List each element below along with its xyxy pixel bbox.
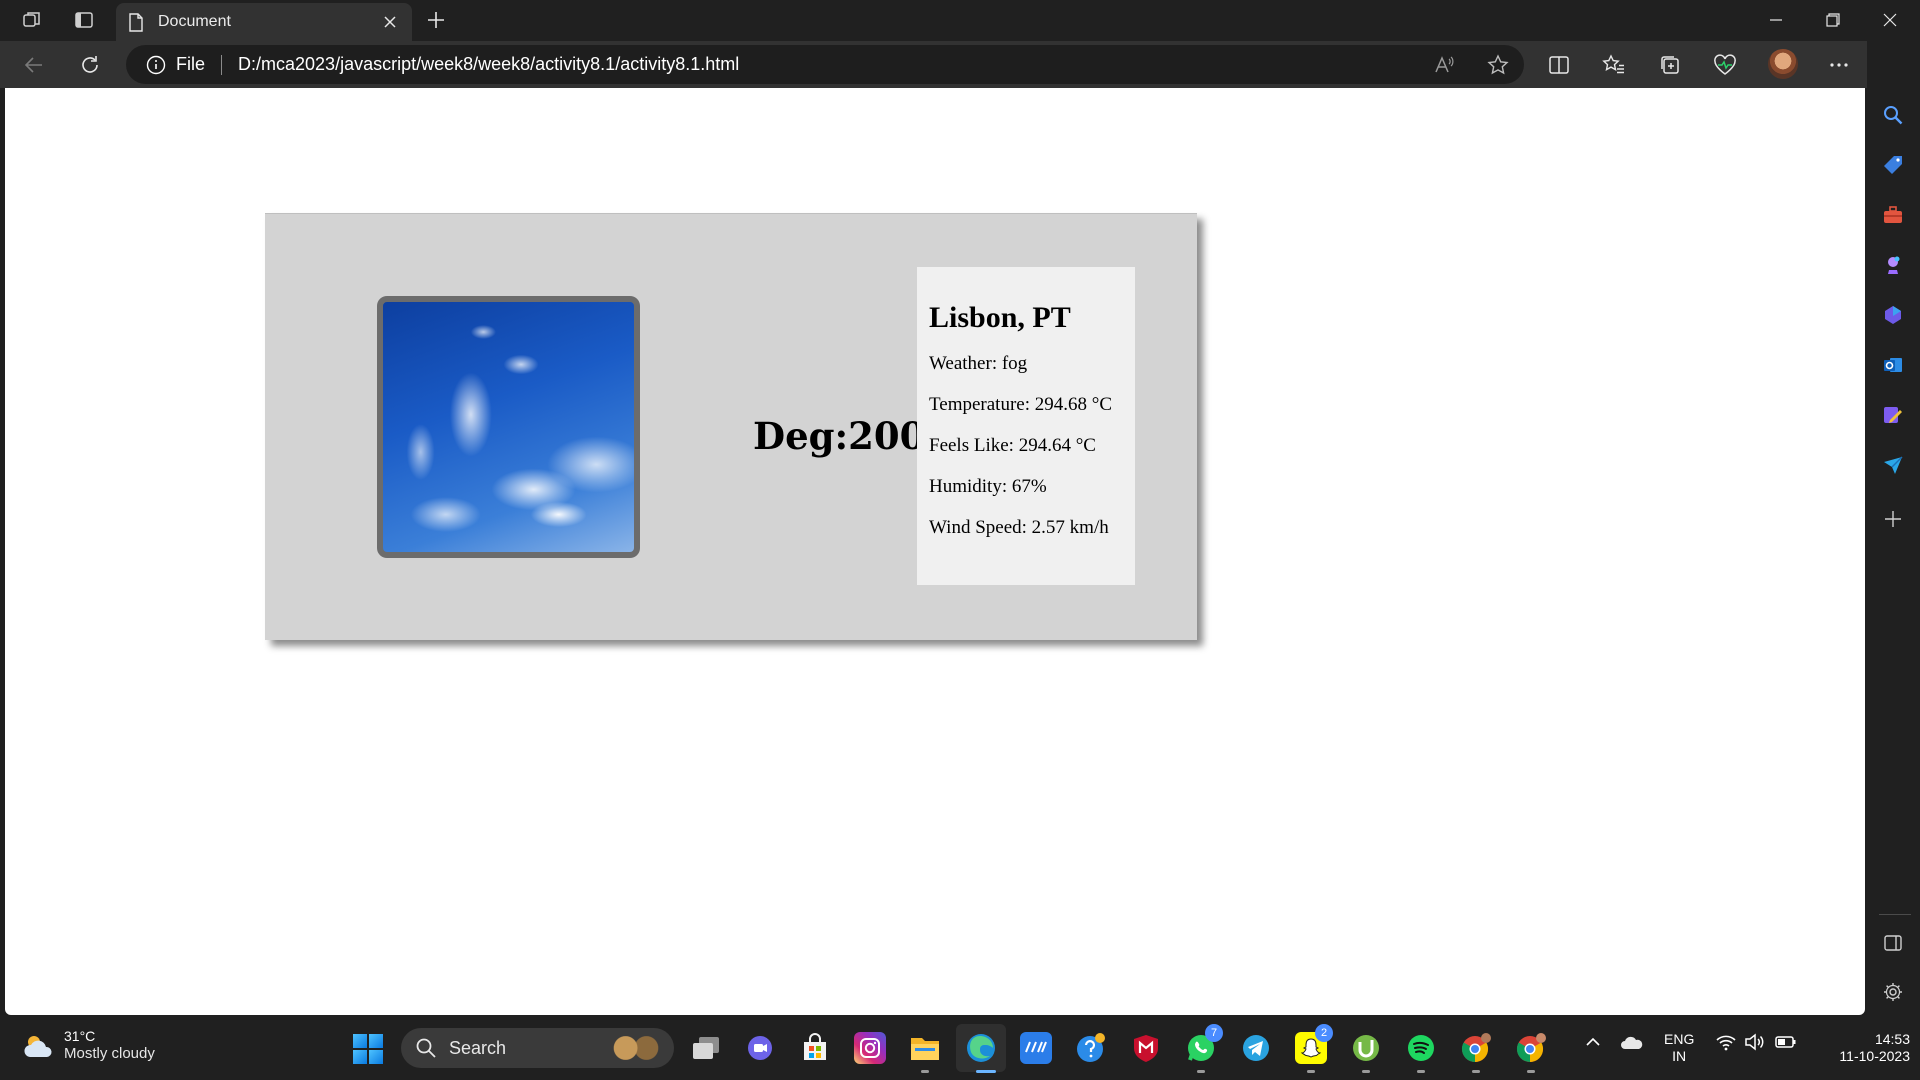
taskbar-weather-widget[interactable]: 31°C Mostly cloudy	[22, 1028, 155, 1063]
chrome-1-running-indicator	[1472, 1070, 1480, 1073]
edge-running-indicator	[976, 1070, 996, 1073]
title-bar: Document	[0, 0, 1920, 41]
tab-document[interactable]: Document	[116, 3, 412, 41]
collections-icon[interactable]	[1654, 49, 1686, 81]
volume-icon[interactable]	[1744, 1033, 1766, 1056]
file-explorer-running-indicator	[921, 1070, 929, 1073]
feels-like-line: Feels Like: 294.64 °C	[929, 435, 1096, 456]
humidity-line: Humidity: 67%	[929, 476, 1047, 497]
document-icon	[129, 12, 143, 32]
wind-degree: Deg:200°	[753, 414, 944, 458]
settings-icon[interactable]	[1879, 978, 1907, 1006]
close-window-icon[interactable]	[1862, 0, 1918, 40]
instagram-icon[interactable]	[854, 1032, 886, 1064]
weather-desc: Mostly cloudy	[64, 1045, 155, 1062]
favorites-icon[interactable]	[1598, 49, 1630, 81]
info-icon[interactable]	[146, 55, 166, 75]
sidebar-toggle-icon[interactable]	[1879, 929, 1907, 957]
taskbar-search-icon	[416, 1038, 436, 1058]
sidebar-divider	[1879, 914, 1911, 915]
utorrent-running-indicator	[1362, 1070, 1370, 1073]
profile-avatar[interactable]	[1768, 49, 1798, 79]
read-aloud-icon[interactable]	[1432, 53, 1456, 77]
page-viewport: Deg:200° Lisbon, PT Weather: fog Tempera…	[5, 88, 1865, 1015]
weather-card: Deg:200° Lisbon, PT Weather: fog Tempera…	[265, 213, 1197, 640]
address-bar[interactable]: File D:/mca2023/javascript/week8/week8/a…	[126, 45, 1524, 84]
cloud-icon	[24, 1035, 52, 1057]
clock-date: 11-10-2023	[1839, 1048, 1910, 1064]
windows-start-icon[interactable]	[353, 1034, 383, 1064]
search-icon[interactable]	[1879, 101, 1907, 129]
utorrent-icon[interactable]	[1350, 1032, 1382, 1064]
battery-icon[interactable]	[1775, 1033, 1797, 1056]
browser-essentials-icon[interactable]	[1709, 49, 1741, 81]
send-icon[interactable]	[1879, 451, 1907, 479]
outlook-icon[interactable]	[1879, 351, 1907, 379]
address-separator	[221, 54, 223, 75]
clock-time: 14:53	[1874, 1031, 1910, 1047]
add-icon[interactable]	[1879, 505, 1907, 533]
refresh-icon[interactable]	[72, 47, 108, 83]
tab-title: Document	[158, 13, 231, 30]
split-screen-icon[interactable]	[1543, 49, 1575, 81]
back-icon[interactable]	[16, 47, 52, 83]
shopping-tag-icon[interactable]	[1879, 151, 1907, 179]
workspaces-icon[interactable]	[16, 6, 48, 34]
browser-toolbar: File D:/mca2023/javascript/week8/week8/a…	[0, 41, 1880, 88]
copilot-icon[interactable]	[1879, 301, 1907, 329]
mcafee-icon[interactable]	[1130, 1032, 1162, 1064]
weather-info-box: Lisbon, PT Weather: fog Temperature: 294…	[917, 267, 1135, 585]
lang-line-2: IN	[1672, 1048, 1687, 1064]
spotify-running-indicator	[1417, 1070, 1425, 1073]
temperature-line: Temperature: 294.68 °C	[929, 394, 1113, 415]
taskbar-search-label: Search	[449, 1037, 507, 1058]
telegram-icon[interactable]	[1240, 1032, 1272, 1064]
scheme-label: File	[176, 54, 206, 74]
chevron-up-icon[interactable]	[1584, 1033, 1602, 1056]
language-indicator[interactable]: ENG IN	[1664, 1031, 1694, 1065]
favorite-star-icon[interactable]	[1486, 53, 1510, 77]
lang-line-1: ENG	[1664, 1031, 1695, 1047]
chrome-2-running-indicator	[1527, 1070, 1535, 1073]
weather-sky-image	[377, 296, 640, 558]
file-explorer-icon[interactable]	[909, 1032, 941, 1064]
whatsapp-running-indicator	[1197, 1070, 1205, 1073]
designer-icon[interactable]	[1879, 401, 1907, 429]
spotify-icon[interactable]	[1405, 1032, 1437, 1064]
weather-line: Weather: fog	[929, 353, 1028, 374]
get-help-icon[interactable]	[1075, 1032, 1107, 1064]
snapchat-icon[interactable]: 2	[1295, 1024, 1333, 1064]
city-heading: Lisbon, PT	[929, 301, 1071, 334]
myhp-icon[interactable]	[1020, 1032, 1052, 1064]
snapchat-running-indicator	[1307, 1070, 1315, 1073]
new-tab-icon[interactable]	[420, 6, 452, 34]
weather-temp: 31°C	[64, 1028, 96, 1044]
system-clock[interactable]: 14:53 11-10-2023	[1810, 1031, 1910, 1065]
chrome-profile-2-icon[interactable]	[1515, 1032, 1547, 1064]
whatsapp-icon[interactable]: 7	[1185, 1024, 1223, 1064]
wifi-icon[interactable]	[1715, 1033, 1737, 1056]
microsoft-store-icon[interactable]	[799, 1032, 831, 1064]
teams-chat-icon[interactable]	[744, 1032, 776, 1064]
whatsapp-badge: 7	[1205, 1024, 1223, 1042]
edge-browser-icon[interactable]	[965, 1032, 997, 1064]
edge-sidebar	[1867, 41, 1920, 1019]
restore-icon[interactable]	[1805, 0, 1861, 40]
tab-actions-icon[interactable]	[68, 6, 100, 34]
snapchat-badge: 2	[1315, 1024, 1333, 1042]
url-text[interactable]: D:/mca2023/javascript/week8/week8/activi…	[238, 54, 739, 75]
search-highlight-image	[610, 1036, 662, 1060]
wind-speed-line: Wind Speed: 2.57 km/h	[929, 517, 1109, 538]
onedrive-icon[interactable]	[1620, 1033, 1644, 1056]
chrome-profile-1-icon[interactable]	[1460, 1032, 1492, 1064]
taskbar-search[interactable]: Search	[401, 1028, 674, 1068]
games-icon[interactable]	[1879, 251, 1907, 279]
more-icon[interactable]	[1823, 49, 1855, 81]
tools-icon[interactable]	[1879, 201, 1907, 229]
close-tab-icon[interactable]	[380, 12, 400, 32]
task-view-icon[interactable]	[690, 1032, 722, 1064]
taskbar: 31°C Mostly cloudy Search 7 2 ENG IN 14:…	[0, 1015, 1920, 1080]
minimize-icon[interactable]	[1748, 0, 1804, 40]
